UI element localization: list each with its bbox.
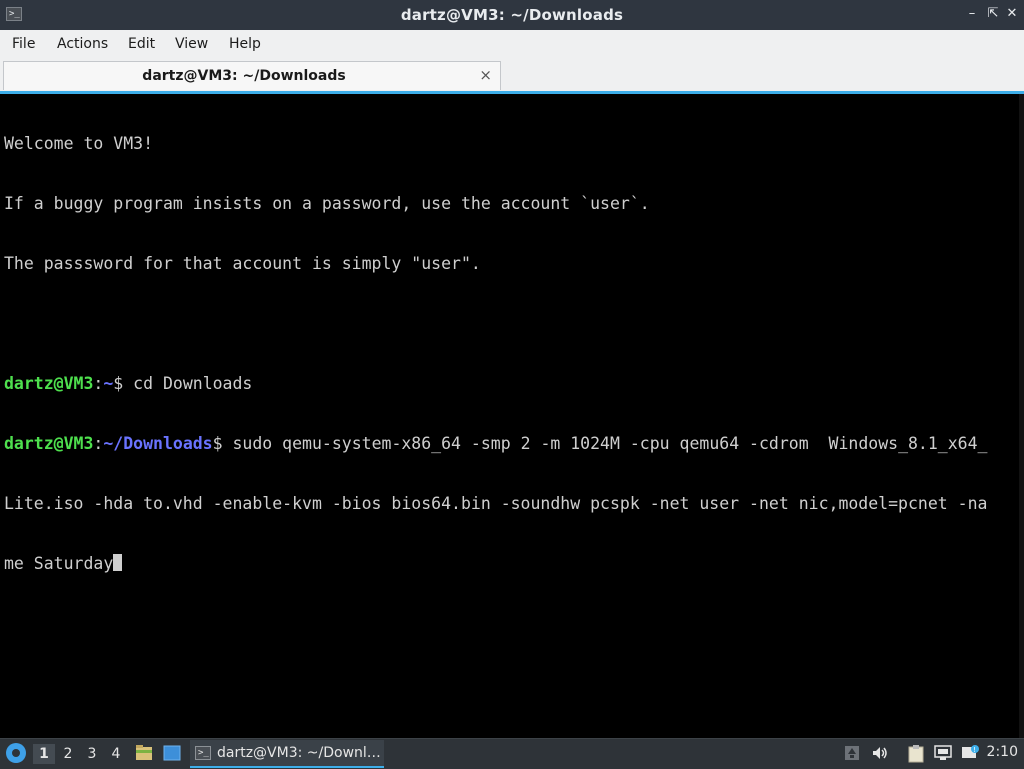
motd-line: The passsword for that account is simply… xyxy=(4,254,481,273)
prompt-line: dartz@VM3:~$ cd Downloads xyxy=(4,374,1014,394)
window-titlebar[interactable]: >_ dartz@VM3: ~/Downloads – ⇱ ✕ xyxy=(0,0,1024,30)
svg-text:!: ! xyxy=(973,746,976,754)
taskbar: 1 2 3 4 >_ dartz@VM3: ~/Downl… ! 2:10 xyxy=(0,738,1024,769)
prompt-symbol: $ xyxy=(212,434,223,453)
menu-help[interactable]: Help xyxy=(227,36,263,52)
minimize-button[interactable]: – xyxy=(964,6,980,22)
volume-icon[interactable] xyxy=(872,745,888,761)
window-title: dartz@VM3: ~/Downloads xyxy=(400,6,624,24)
workspace-2[interactable]: 2 xyxy=(57,744,79,764)
file-manager-icon[interactable] xyxy=(135,744,153,762)
show-desktop-icon[interactable] xyxy=(163,744,181,762)
tab-terminal[interactable]: dartz@VM3: ~/Downloads × xyxy=(3,61,501,90)
maximize-button[interactable]: ⇱ xyxy=(985,6,1001,22)
menu-actions[interactable]: Actions xyxy=(55,36,110,52)
command-text: sudo qemu-system-x86_64 -smp 2 -m 1024M … xyxy=(222,434,988,453)
prompt-separator: : xyxy=(93,374,104,393)
tab-bar: dartz@VM3: ~/Downloads × xyxy=(0,59,1024,92)
prompt-user: dartz@VM3 xyxy=(4,374,94,393)
terminal-output[interactable]: Welcome to VM3! If a buggy program insis… xyxy=(0,94,1024,738)
menu-file[interactable]: File xyxy=(10,36,37,52)
prompt-symbol: $ xyxy=(113,374,124,393)
task-label: dartz@VM3: ~/Downl… xyxy=(217,745,381,761)
start-menu-icon[interactable] xyxy=(6,743,26,763)
motd-line: Welcome to VM3! xyxy=(4,134,154,153)
clipboard-icon[interactable] xyxy=(908,745,924,763)
prompt-path: ~/Downloads xyxy=(103,434,213,453)
notification-icon[interactable]: ! xyxy=(961,745,979,761)
terminal-scrollbar[interactable] xyxy=(1019,94,1024,738)
command-continuation: Lite.iso -hda to.vhd -enable-kvm -bios b… xyxy=(4,494,988,513)
workspace-3[interactable]: 3 xyxy=(81,744,103,764)
taskbar-task-terminal[interactable]: >_ dartz@VM3: ~/Downl… xyxy=(190,740,384,768)
prompt-separator: : xyxy=(93,434,104,453)
menubar: File Actions Edit View Help xyxy=(0,30,1024,60)
terminal-icon: >_ xyxy=(195,746,211,760)
prompt-path: ~ xyxy=(103,374,114,393)
prompt-line: dartz@VM3:~/Downloads$ sudo qemu-system-… xyxy=(4,434,1014,454)
tab-close-icon[interactable]: × xyxy=(479,66,492,84)
clock[interactable]: 2:10 xyxy=(987,744,1018,760)
menu-view[interactable]: View xyxy=(173,36,210,52)
workspace-1[interactable]: 1 xyxy=(33,744,55,764)
network-icon[interactable] xyxy=(934,745,952,761)
close-button[interactable]: ✕ xyxy=(1004,6,1020,22)
command-text: me Saturday xyxy=(4,554,114,573)
workspace-4[interactable]: 4 xyxy=(105,744,127,764)
motd-line: If a buggy program insists on a password… xyxy=(4,194,650,213)
prompt-user: dartz@VM3 xyxy=(4,434,94,453)
tab-label: dartz@VM3: ~/Downloads xyxy=(142,68,346,84)
command-text: cd Downloads xyxy=(123,374,253,393)
command-continuation: me Saturday xyxy=(4,554,1014,574)
update-icon[interactable] xyxy=(844,745,860,761)
menu-edit[interactable]: Edit xyxy=(126,36,157,52)
text-cursor xyxy=(113,554,123,571)
